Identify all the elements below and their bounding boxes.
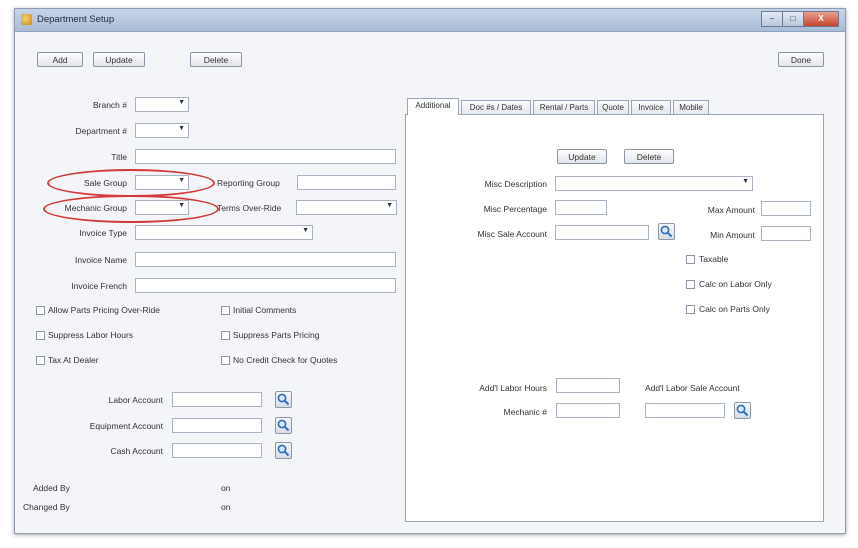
minimize-button[interactable]: – xyxy=(761,11,783,27)
title-bar: Department Setup – □ X xyxy=(15,9,845,32)
labor-account-search-button[interactable] xyxy=(275,391,292,408)
chevron-down-icon: ▼ xyxy=(302,227,309,234)
addl-labor-hours-input[interactable] xyxy=(556,378,620,393)
chevron-down-icon: ▼ xyxy=(178,125,185,132)
equipment-account-label: Equipment Account xyxy=(89,421,163,431)
calc-labor-only-checkbox[interactable] xyxy=(686,280,695,289)
invoice-french-input[interactable] xyxy=(135,278,396,293)
allow-parts-pricing-label: Allow Parts Pricing Over-Ride xyxy=(48,305,160,315)
cash-account-label: Cash Account xyxy=(110,446,163,456)
maximize-button[interactable]: □ xyxy=(782,11,804,27)
added-on-label: on xyxy=(221,483,231,493)
addl-labor-sale-account-input[interactable] xyxy=(645,403,725,418)
misc-percentage-input[interactable] xyxy=(555,200,607,215)
max-amount-input[interactable] xyxy=(761,201,811,216)
invoice-type-select[interactable]: ▼ xyxy=(135,225,313,240)
min-amount-input[interactable] xyxy=(761,226,811,241)
department-label: Department # xyxy=(75,126,128,136)
taxable-checkbox[interactable] xyxy=(686,255,695,264)
misc-update-button[interactable]: Update xyxy=(557,149,607,164)
labor-account-label: Labor Account xyxy=(108,395,163,405)
no-credit-check-checkbox[interactable] xyxy=(221,356,230,365)
tab-doc-dates[interactable]: Doc #s / Dates xyxy=(461,100,531,114)
misc-description-label: Misc Description xyxy=(484,179,547,189)
branch-label: Branch # xyxy=(92,100,127,110)
tab-quote[interactable]: Quote xyxy=(597,100,629,114)
initial-comments-checkbox[interactable] xyxy=(221,306,230,315)
tab-invoice[interactable]: Invoice xyxy=(631,100,671,114)
tax-at-dealer-label: Tax At Dealer xyxy=(48,355,99,365)
min-amount-label: Min Amount xyxy=(710,230,755,240)
suppress-labor-hours-checkbox[interactable] xyxy=(36,331,45,340)
calc-labor-only-label: Calc on Labor Only xyxy=(699,279,772,289)
misc-percentage-label: Misc Percentage xyxy=(483,204,547,214)
window-title: Department Setup xyxy=(37,14,115,25)
search-icon xyxy=(736,404,749,417)
misc-description-select[interactable]: ▼ xyxy=(555,176,753,191)
title-label: Title xyxy=(111,152,127,162)
no-credit-check-label: No Credit Check for Quotes xyxy=(233,355,338,365)
window-controls: – □ X xyxy=(761,11,839,27)
department-setup-window: Department Setup – □ X Add Update Delete… xyxy=(14,8,846,534)
suppress-labor-hours-label: Suppress Labor Hours xyxy=(48,330,134,340)
tab-additional[interactable]: Additional xyxy=(407,98,459,115)
allow-parts-pricing-checkbox[interactable] xyxy=(36,306,45,315)
chevron-down-icon: ▼ xyxy=(742,178,749,185)
changed-on-label: on xyxy=(221,502,231,512)
title-input[interactable] xyxy=(135,149,396,164)
addl-labor-sale-account-label: Add'l Labor Sale Account xyxy=(645,383,740,393)
calc-parts-only-checkbox[interactable] xyxy=(686,305,695,314)
app-icon xyxy=(21,14,32,25)
terms-override-select[interactable]: ▼ xyxy=(296,200,397,215)
invoice-type-label: Invoice Type xyxy=(79,228,127,238)
terms-override-label: Terms Over-Ride xyxy=(217,203,282,213)
mechanic-group-highlight xyxy=(43,195,219,223)
mechanic-number-label: Mechanic # xyxy=(503,407,547,417)
department-select[interactable]: ▼ xyxy=(135,123,189,138)
equipment-account-input[interactable] xyxy=(172,418,262,433)
labor-account-input[interactable] xyxy=(172,392,262,407)
equipment-account-search-button[interactable] xyxy=(275,417,292,434)
update-button[interactable]: Update xyxy=(93,52,145,67)
close-button[interactable]: X xyxy=(803,11,839,27)
sale-group-highlight xyxy=(47,169,215,197)
calc-parts-only-label: Calc on Parts Only xyxy=(699,304,770,314)
cash-account-search-button[interactable] xyxy=(275,442,292,459)
invoice-name-label: Invoice Name xyxy=(75,255,127,265)
chevron-down-icon: ▼ xyxy=(386,202,393,209)
search-icon xyxy=(277,393,290,406)
branch-select[interactable]: ▼ xyxy=(135,97,189,112)
addl-labor-hours-label: Add'l Labor Hours xyxy=(479,383,547,393)
cash-account-input[interactable] xyxy=(172,443,262,458)
done-button[interactable]: Done xyxy=(778,52,824,67)
misc-sale-account-search-button[interactable] xyxy=(658,223,675,240)
misc-delete-button[interactable]: Delete xyxy=(624,149,674,164)
invoice-name-input[interactable] xyxy=(135,252,396,267)
suppress-parts-pricing-label: Suppress Parts Pricing xyxy=(233,330,320,340)
changed-by-label: Changed By xyxy=(23,502,70,512)
suppress-parts-pricing-checkbox[interactable] xyxy=(221,331,230,340)
tab-rental-parts[interactable]: Rental / Parts xyxy=(533,100,595,114)
added-by-label: Added By xyxy=(33,483,70,493)
tax-at-dealer-checkbox[interactable] xyxy=(36,356,45,365)
add-button[interactable]: Add xyxy=(37,52,83,67)
search-icon xyxy=(277,444,290,457)
misc-sale-account-input[interactable] xyxy=(555,225,649,240)
reporting-group-label: Reporting Group xyxy=(217,178,280,188)
invoice-french-label: Invoice French xyxy=(71,281,127,291)
misc-sale-account-label: Misc Sale Account xyxy=(477,229,547,239)
delete-button[interactable]: Delete xyxy=(190,52,242,67)
search-icon xyxy=(660,225,673,238)
chevron-down-icon: ▼ xyxy=(178,99,185,106)
reporting-group-input[interactable] xyxy=(297,175,396,190)
tab-mobile[interactable]: Mobile xyxy=(673,100,709,114)
taxable-label: Taxable xyxy=(699,254,729,264)
search-icon xyxy=(277,419,290,432)
mechanic-number-input[interactable] xyxy=(556,403,620,418)
initial-comments-label: Initial Comments xyxy=(233,305,297,315)
max-amount-label: Max Amount xyxy=(707,205,755,215)
addl-labor-sale-account-search-button[interactable] xyxy=(734,402,751,419)
